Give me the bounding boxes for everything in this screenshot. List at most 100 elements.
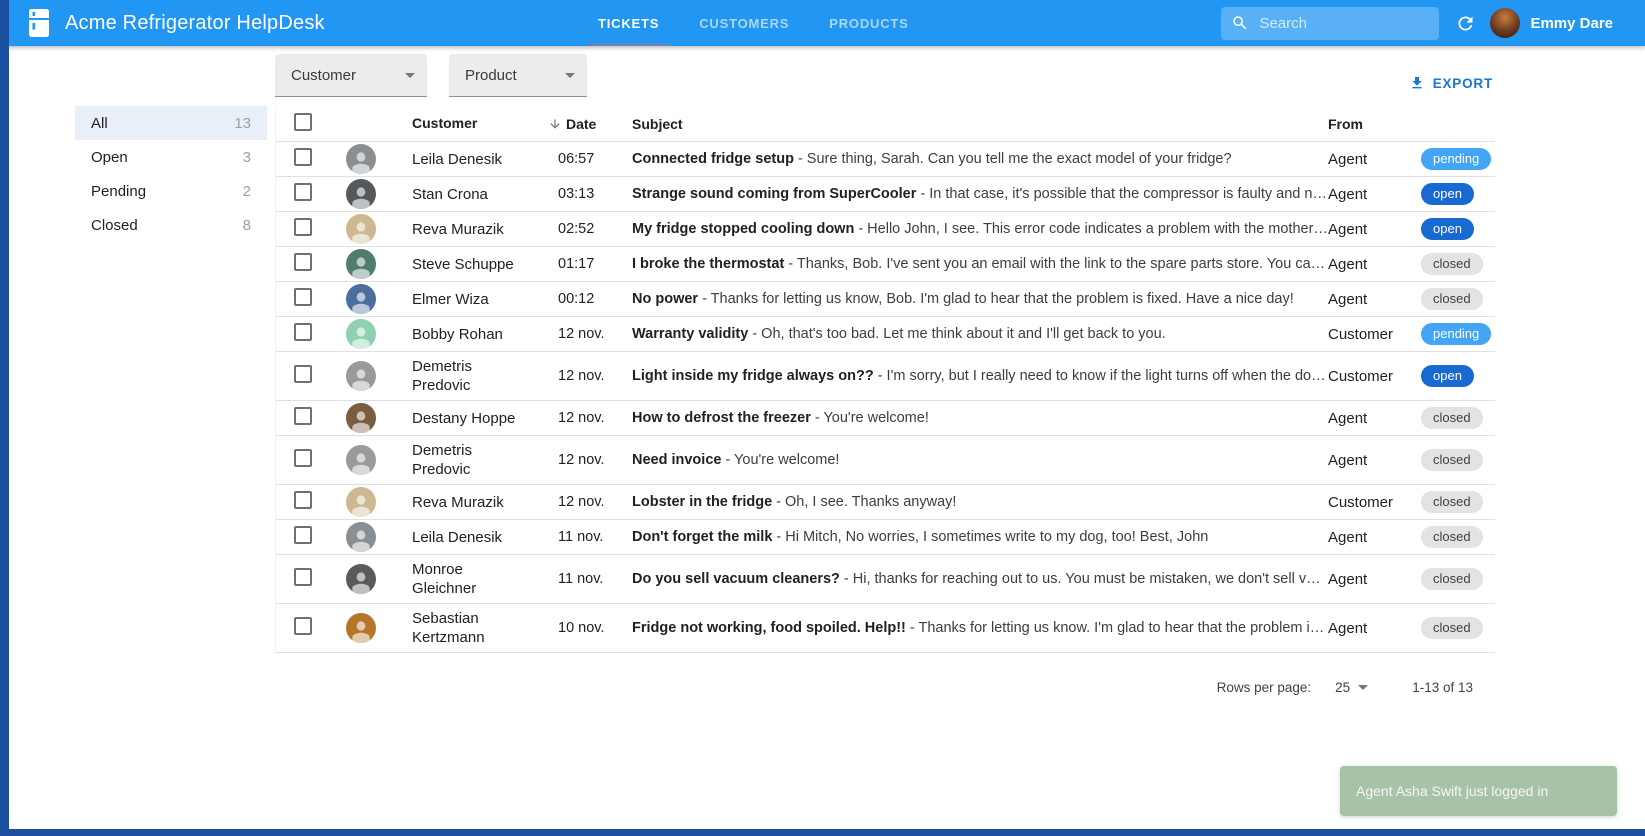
sidebar-item-closed[interactable]: Closed 8 — [75, 208, 267, 242]
customer-avatar — [346, 179, 376, 209]
ticket-row[interactable]: Leila Denesik 11 nov. Don't forget the m… — [276, 520, 1495, 555]
ticket-date: 12 nov. — [542, 410, 622, 426]
chevron-down-icon — [405, 73, 415, 78]
window-edge-bottom — [0, 829, 1645, 836]
select-all-checkbox[interactable] — [294, 113, 312, 131]
header-customer[interactable]: Customer — [406, 109, 542, 138]
tab-customers[interactable]: CUSTOMERS — [679, 0, 809, 46]
ticket-from: Customer — [1328, 326, 1416, 343]
subject-title: I broke the thermostat — [632, 256, 784, 272]
download-icon — [1409, 75, 1433, 91]
row-checkbox[interactable] — [294, 407, 312, 425]
ticket-date: 12 nov. — [542, 494, 622, 510]
subject-snippet: - Oh, that's too bad. Let me think about… — [752, 326, 1165, 342]
customer-avatar — [346, 214, 376, 244]
ticket-date: 10 nov. — [542, 620, 622, 636]
user-menu[interactable]: Emmy Dare — [1490, 8, 1613, 38]
ticket-row[interactable]: Monroe Gleichner 11 nov. Do you sell vac… — [276, 555, 1495, 604]
user-name: Emmy Dare — [1530, 15, 1613, 32]
header-from[interactable]: From — [1328, 116, 1416, 132]
refresh-button[interactable] — [1455, 13, 1476, 34]
ticket-row[interactable]: Demetris Predovic 12 nov. Need invoice- … — [276, 436, 1495, 485]
ticket-row[interactable]: Sebastian Kertzmann 10 nov. Fridge not w… — [276, 604, 1495, 653]
sidebar-item-pending[interactable]: Pending 2 — [75, 174, 267, 208]
row-checkbox[interactable] — [294, 323, 312, 341]
ticket-row[interactable]: Demetris Predovic 12 nov. Light inside m… — [276, 352, 1495, 401]
search-input[interactable] — [1259, 15, 1419, 32]
subject-snippet: - I'm sorry, but I really need to know i… — [878, 368, 1328, 384]
ticket-from: Customer — [1328, 368, 1416, 385]
status-badge: closed — [1421, 407, 1483, 429]
customer-avatar — [346, 564, 376, 594]
row-checkbox[interactable] — [294, 526, 312, 544]
subject-title: Warranty validity — [632, 326, 748, 342]
customer-name: Reva Murazik — [406, 215, 542, 244]
row-checkbox[interactable] — [294, 491, 312, 509]
search-box[interactable] — [1221, 7, 1439, 40]
header-subject[interactable]: Subject — [622, 116, 1328, 132]
export-button[interactable]: EXPORT — [1407, 69, 1495, 97]
ticket-date: 00:12 — [542, 291, 622, 307]
snackbar-toast: Agent Asha Swift just logged in — [1340, 766, 1617, 816]
subject-title: Lobster in the fridge — [632, 494, 772, 510]
status-badge: closed — [1421, 491, 1483, 513]
ticket-subject: Warranty validity- Oh, that's too bad. L… — [622, 326, 1328, 342]
row-checkbox[interactable] — [294, 183, 312, 201]
ticket-date: 11 nov. — [542, 529, 622, 545]
row-checkbox[interactable] — [294, 288, 312, 306]
subject-snippet: - In that case, it's possible that the c… — [920, 186, 1328, 202]
row-checkbox[interactable] — [294, 617, 312, 635]
main-tabs: TICKETS CUSTOMERS PRODUCTS — [578, 0, 929, 46]
subject-snippet: - You're welcome! — [815, 410, 929, 426]
ticket-date: 03:13 — [542, 186, 622, 202]
table-header-row: Customer Date Subject From — [276, 106, 1495, 142]
fridge-logo-icon — [28, 9, 50, 37]
row-checkbox[interactable] — [294, 253, 312, 271]
header-date[interactable]: Date — [542, 116, 622, 132]
ticket-row[interactable]: Steve Schuppe 01:17 I broke the thermost… — [276, 247, 1495, 282]
ticket-from: Agent — [1328, 291, 1416, 308]
rows-per-page-select[interactable]: 25 — [1335, 680, 1368, 695]
status-badge: open — [1421, 365, 1474, 387]
ticket-from: Agent — [1328, 186, 1416, 203]
customer-name: Elmer Wiza — [406, 285, 542, 314]
ticket-row[interactable]: Elmer Wiza 00:12 No power- Thanks for le… — [276, 282, 1495, 317]
tab-tickets[interactable]: TICKETS — [578, 0, 679, 46]
subject-title: Connected fridge setup — [632, 151, 794, 167]
ticket-subject: I broke the thermostat- Thanks, Bob. I'v… — [622, 256, 1328, 272]
ticket-from: Agent — [1328, 529, 1416, 546]
ticket-from: Customer — [1328, 494, 1416, 511]
tickets-table: Customer Date Subject From Leila Denesik… — [275, 106, 1495, 653]
ticket-from: Agent — [1328, 221, 1416, 238]
status-badge: open — [1421, 218, 1474, 240]
customer-avatar — [346, 319, 376, 349]
row-checkbox[interactable] — [294, 218, 312, 236]
customer-filter-select[interactable]: Customer — [275, 54, 427, 97]
sort-desc-icon — [548, 117, 562, 131]
filter-toolbar: Customer Product EXPORT — [275, 54, 1495, 97]
ticket-subject: Do you sell vacuum cleaners?- Hi, thanks… — [622, 571, 1328, 587]
ticket-from: Agent — [1328, 452, 1416, 469]
row-checkbox[interactable] — [294, 148, 312, 166]
row-checkbox[interactable] — [294, 568, 312, 586]
sidebar-item-open[interactable]: Open 3 — [75, 140, 267, 174]
subject-snippet: - You're welcome! — [725, 452, 839, 468]
ticket-row[interactable]: Reva Murazik 02:52 My fridge stopped coo… — [276, 212, 1495, 247]
ticket-row[interactable]: Stan Crona 03:13 Strange sound coming fr… — [276, 177, 1495, 212]
ticket-from: Agent — [1328, 410, 1416, 427]
product-filter-select[interactable]: Product — [449, 54, 587, 97]
row-checkbox[interactable] — [294, 449, 312, 467]
tab-products[interactable]: PRODUCTS — [809, 0, 928, 46]
customer-avatar — [346, 613, 376, 643]
ticket-row[interactable]: Leila Denesik 06:57 Connected fridge set… — [276, 142, 1495, 177]
sidebar-item-all[interactable]: All 13 — [75, 106, 267, 140]
ticket-row[interactable]: Destany Hoppe 12 nov. How to defrost the… — [276, 401, 1495, 436]
ticket-row[interactable]: Reva Murazik 12 nov. Lobster in the frid… — [276, 485, 1495, 520]
customer-avatar — [346, 284, 376, 314]
ticket-row[interactable]: Bobby Rohan 12 nov. Warranty validity- O… — [276, 317, 1495, 352]
customer-name: Leila Denesik — [406, 523, 542, 552]
subject-title: Fridge not working, food spoiled. Help!! — [632, 620, 906, 636]
row-checkbox[interactable] — [294, 365, 312, 383]
refresh-icon — [1455, 13, 1476, 34]
customer-avatar — [346, 144, 376, 174]
